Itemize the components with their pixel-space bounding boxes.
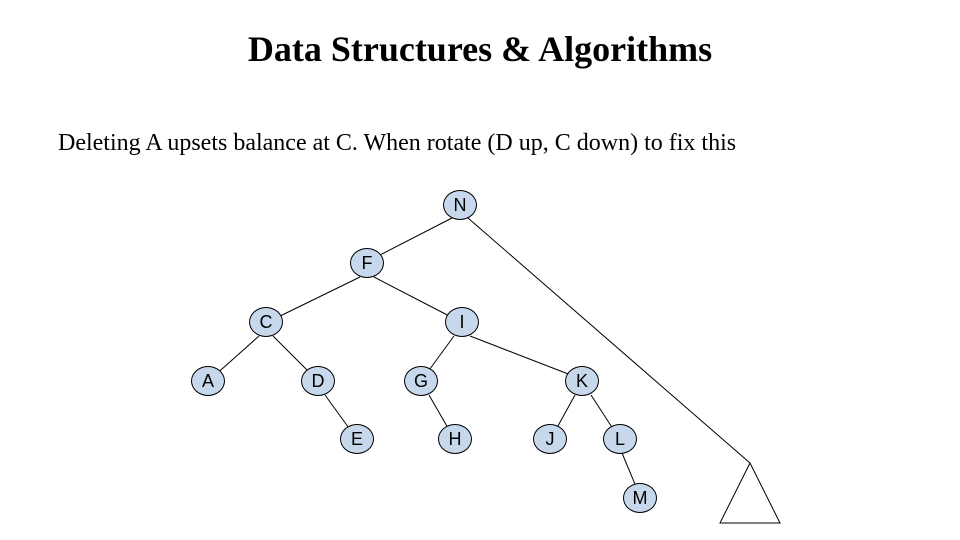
tree-node-j: J <box>533 424 567 454</box>
node-label: H <box>449 429 462 450</box>
node-label: A <box>202 371 214 392</box>
tree-node-e: E <box>340 424 374 454</box>
node-label: K <box>576 371 588 392</box>
tree-node-g: G <box>404 366 438 396</box>
tree-diagram: N F C I A D G K E H J L M <box>0 0 960 540</box>
node-label: F <box>362 253 373 274</box>
node-label: I <box>459 312 464 333</box>
tree-node-d: D <box>301 366 335 396</box>
node-label: D <box>312 371 325 392</box>
node-label: G <box>414 371 428 392</box>
node-label: E <box>351 429 363 450</box>
node-label: C <box>260 312 273 333</box>
tree-node-i: I <box>445 307 479 337</box>
tree-node-c: C <box>249 307 283 337</box>
tree-edges <box>0 0 960 540</box>
tree-node-f: F <box>350 248 384 278</box>
tree-node-a: A <box>191 366 225 396</box>
node-label: J <box>546 429 555 450</box>
node-label: M <box>633 488 648 509</box>
tree-node-h: H <box>438 424 472 454</box>
tree-node-l: L <box>603 424 637 454</box>
node-label: L <box>615 429 625 450</box>
tree-node-m: M <box>623 483 657 513</box>
tree-node-n: N <box>443 190 477 220</box>
tree-node-k: K <box>565 366 599 396</box>
node-label: N <box>454 195 467 216</box>
